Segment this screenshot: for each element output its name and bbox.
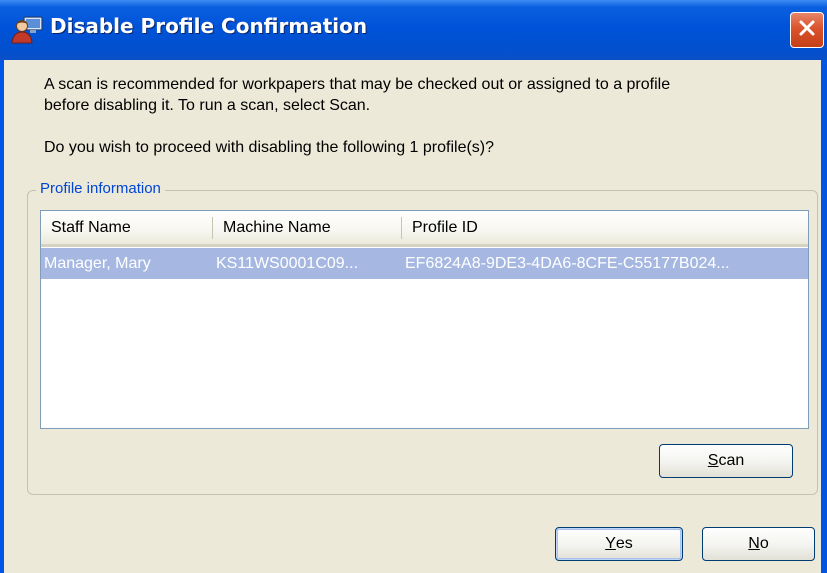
no-button[interactable]: No — [702, 527, 815, 561]
cell-profile-id: EF6824A8-9DE3-4DA6-8CFE-C55177B024... — [405, 255, 730, 272]
close-button[interactable] — [790, 12, 824, 48]
yes-button[interactable]: Yes — [555, 527, 683, 561]
dialog-title: Disable Profile Confirmation — [50, 14, 368, 38]
profile-users-icon — [10, 15, 44, 45]
no-button-label: o — [759, 535, 769, 552]
column-header-profile-id[interactable]: Profile ID — [402, 211, 808, 244]
column-header-machine-name[interactable]: Machine Name — [213, 211, 401, 244]
title-bar[interactable]: Disable Profile Confirmation — [0, 0, 827, 60]
cell-machine-name: KS11WS0001C09... — [216, 255, 359, 272]
yes-button-mnemonic: Y — [605, 535, 616, 552]
message-line-1: A scan is recommended for workpapers tha… — [44, 76, 671, 93]
scan-button[interactable]: Scan — [659, 444, 793, 478]
scan-button-mnemonic: S — [707, 452, 719, 469]
table-row-selected[interactable]: Manager, Mary KS11WS0001C09... EF6824A8-… — [41, 248, 808, 279]
list-header: Staff Name Machine Name Profile ID — [41, 211, 808, 247]
window-frame-left — [0, 60, 4, 573]
no-button-mnemonic: N — [748, 535, 760, 552]
group-legend: Profile information — [36, 180, 165, 197]
cell-staff-name: Manager, Mary — [44, 255, 151, 272]
close-icon — [797, 18, 817, 43]
window-frame-right — [821, 60, 827, 573]
column-header-staff-name[interactable]: Staff Name — [41, 211, 212, 244]
question-text: Do you wish to proceed with disabling th… — [44, 139, 495, 156]
message-line-2: before disabling it. To run a scan, sele… — [44, 97, 371, 114]
scan-button-label: can — [718, 452, 745, 469]
dialog-window: Disable Profile Confirmation A scan is r… — [0, 0, 827, 573]
yes-button-label: es — [615, 535, 633, 552]
profile-list[interactable]: Staff Name Machine Name Profile ID Manag… — [40, 210, 809, 429]
